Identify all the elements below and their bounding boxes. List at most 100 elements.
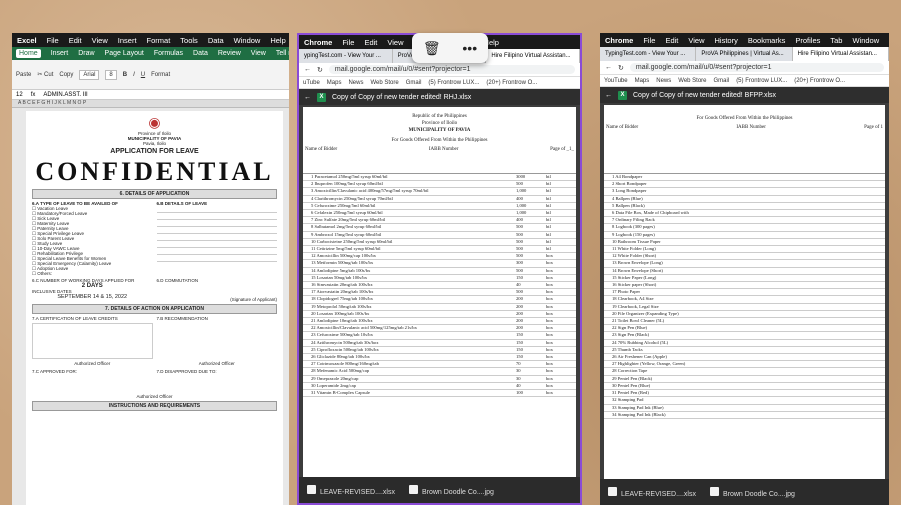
ribbon-tab-4[interactable]: Formulas: [154, 50, 183, 57]
menu-item-2[interactable]: Edit: [69, 36, 82, 45]
bookmark-4[interactable]: Gmail: [714, 78, 730, 84]
close-preview-icon[interactable]: ←: [304, 94, 311, 101]
menu-item-3[interactable]: View: [92, 36, 108, 45]
ribbon-tab-5[interactable]: Data: [193, 50, 208, 57]
copy-button[interactable]: Copy: [59, 72, 73, 78]
excel-ribbon-tabs: Home Insert Draw Page Layout Formulas Data Rev…: [12, 47, 289, 60]
menu-item-5[interactable]: Format: [147, 36, 171, 45]
table-row: 4 Ballpen (Blue): [604, 196, 885, 203]
download-item-leave[interactable]: LEAVE-REVISED....xlsx: [307, 484, 395, 496]
bookmark-4[interactable]: Gmail: [406, 80, 422, 86]
menu-item-6[interactable]: Profiles: [795, 36, 820, 45]
bookmark-3[interactable]: Web Store: [678, 78, 706, 84]
paste-button[interactable]: Paste: [16, 72, 31, 78]
bookmark-5[interactable]: (5) Frontrow LUX...: [736, 78, 787, 84]
formula-input[interactable]: ADMIN.ASST. III: [43, 92, 87, 98]
ribbon-tab-8[interactable]: Tell me: [276, 50, 289, 57]
back-icon[interactable]: ←: [304, 66, 311, 73]
officer-label-b: Authorized Officer: [198, 361, 235, 366]
downloads-bar-mid: LEAVE-REVISED....xlsx Brown Doodle Co...…: [299, 477, 580, 503]
bookmark-1[interactable]: Maps: [635, 78, 650, 84]
menu-item-6[interactable]: Tools: [180, 36, 198, 45]
browser-tab-0[interactable]: TypingTest.com - View Your ...: [600, 47, 697, 61]
cut-button[interactable]: ✂ Cut: [37, 71, 53, 78]
ribbon-tab-2[interactable]: Draw: [78, 50, 94, 57]
ribbon-tab-3[interactable]: Page Layout: [105, 50, 144, 57]
menu-item-3[interactable]: View: [688, 36, 704, 45]
leave-type-13[interactable]: ☐ Others:: [32, 271, 153, 276]
ribbon-tab-0[interactable]: Home: [16, 49, 41, 58]
menu-item-1[interactable]: File: [342, 38, 354, 47]
preview-filename: Copy of Copy of new tender edited! RHJ.x…: [332, 93, 472, 101]
table-row: 3 Amoxicillin/Clavulanic acid 400mg/57mg…: [303, 188, 576, 196]
leave-form-sheet: ◉ Province of Iloilo MUNICIPALITY OF PAV…: [26, 111, 283, 505]
menu-item-8[interactable]: Window: [852, 36, 879, 45]
table-row: 31 Vitamin B-Complex Capsule 100 box: [303, 390, 576, 398]
goods-label-right: For Goods Offered From Within the Philip…: [696, 116, 793, 121]
table-row: 6 Cefalexin 250mg/5ml syrup 60ml/btl 1,00…: [303, 210, 576, 218]
ribbon-tab-7[interactable]: View: [251, 50, 266, 57]
ribbon-tab-6[interactable]: Review: [218, 50, 241, 57]
table-row: 33 Stamping Pad Ink (Blue): [604, 405, 885, 412]
bookmark-6[interactable]: (20+) Frontrow O...: [486, 80, 537, 86]
menu-item-2[interactable]: Edit: [364, 38, 377, 47]
form-title: APPLICATION FOR LEAVE: [110, 148, 199, 155]
menu-item-1[interactable]: File: [643, 36, 655, 45]
reload-icon[interactable]: ↻: [317, 66, 323, 74]
menu-item-5[interactable]: Bookmarks: [748, 36, 786, 45]
bookmark-6[interactable]: (20+) Frontrow O...: [794, 78, 845, 84]
menu-item-7[interactable]: Tab: [830, 36, 842, 45]
formula-bar: 12 fx ADMIN.ASST. III: [12, 90, 289, 100]
trash-icon[interactable]: 🗑: [423, 40, 441, 57]
dates-value: SEPTEMBER 14 & 15, 2022: [57, 294, 128, 300]
excel-file-icon: X: [618, 90, 627, 100]
browser-tab-2[interactable]: Hire Filipino Virtual Assistan...: [486, 49, 580, 63]
more-options-icon[interactable]: •••: [462, 40, 477, 56]
bookmark-2[interactable]: News: [348, 80, 363, 86]
download-item-leave-r[interactable]: LEAVE-REVISED....xlsx: [608, 486, 696, 498]
menu-item-0[interactable]: Excel: [17, 36, 37, 45]
underline-button[interactable]: U: [141, 72, 145, 78]
menu-item-8[interactable]: Window: [234, 36, 261, 45]
back-icon[interactable]: ←: [605, 64, 612, 71]
table-row: 9 Logbook (150 pages): [604, 232, 885, 239]
menu-item-0[interactable]: Chrome: [605, 36, 633, 45]
browser-tab-1[interactable]: ProVA Philippines | Virtual As...: [696, 47, 793, 61]
browser-tab-0[interactable]: ypingTest.com - View Your ...: [299, 49, 393, 63]
menu-item-1[interactable]: File: [47, 36, 59, 45]
address-input-right[interactable]: mail.google.com/mail/u/0/#sent?projector…: [629, 63, 884, 72]
chrome-window-right: Chrome File Edit View History Bookmarks Profil…: [600, 33, 889, 505]
italic-button[interactable]: I: [133, 72, 135, 78]
bookmark-0[interactable]: uTube: [303, 80, 320, 86]
url-bar-right: ← ↻ mail.google.com/mail/u/0/#sent?projec…: [600, 61, 889, 75]
bookmark-5[interactable]: (5) Frontrow LUX...: [428, 80, 479, 86]
bold-button[interactable]: B: [123, 72, 127, 78]
bookmark-2[interactable]: News: [656, 78, 671, 84]
download-item-doodle[interactable]: Brown Doodle Co....jpg: [408, 484, 494, 496]
table-row: 14 Brown Envelope (Short): [604, 268, 885, 275]
instructions-header: INSTRUCTIONS AND REQUIREMENTS: [32, 401, 277, 411]
ribbon-tab-1[interactable]: Insert: [51, 50, 69, 57]
menu-item-4[interactable]: History: [715, 36, 738, 45]
address-input[interactable]: mail.google.com/mail/u/0/#sent?projector…: [328, 65, 575, 74]
menu-item-9[interactable]: Help: [270, 36, 285, 45]
bookmark-3[interactable]: Web Store: [370, 80, 398, 86]
format-painter-button[interactable]: Format: [151, 72, 170, 78]
bookmark-1[interactable]: Maps: [327, 80, 342, 86]
name-box[interactable]: 12: [16, 92, 23, 98]
table-row: 2 Short Bondpaper: [604, 181, 885, 189]
menu-item-2[interactable]: Edit: [665, 36, 678, 45]
close-preview-icon[interactable]: ←: [605, 92, 612, 99]
bookmark-0[interactable]: YouTube: [604, 78, 628, 84]
menu-item-3[interactable]: View: [387, 38, 403, 47]
table-row: 15 Losartan 50mg/tab 100s/bx 150 box: [303, 275, 576, 283]
menu-item-7[interactable]: Data: [208, 36, 224, 45]
table-row: 8 Logbook (300 pages): [604, 224, 885, 232]
menu-item-4[interactable]: Insert: [118, 36, 137, 45]
browser-tab-2[interactable]: Hire Filipino Virtual Assistan...: [792, 47, 889, 61]
reload-icon[interactable]: ↻: [618, 64, 624, 72]
download-item-doodle-r[interactable]: Brown Doodle Co....jpg: [709, 486, 795, 498]
font-size-select[interactable]: 8: [105, 69, 117, 80]
menu-item-0[interactable]: Chrome: [304, 38, 332, 47]
font-select[interactable]: Arial: [79, 69, 100, 80]
